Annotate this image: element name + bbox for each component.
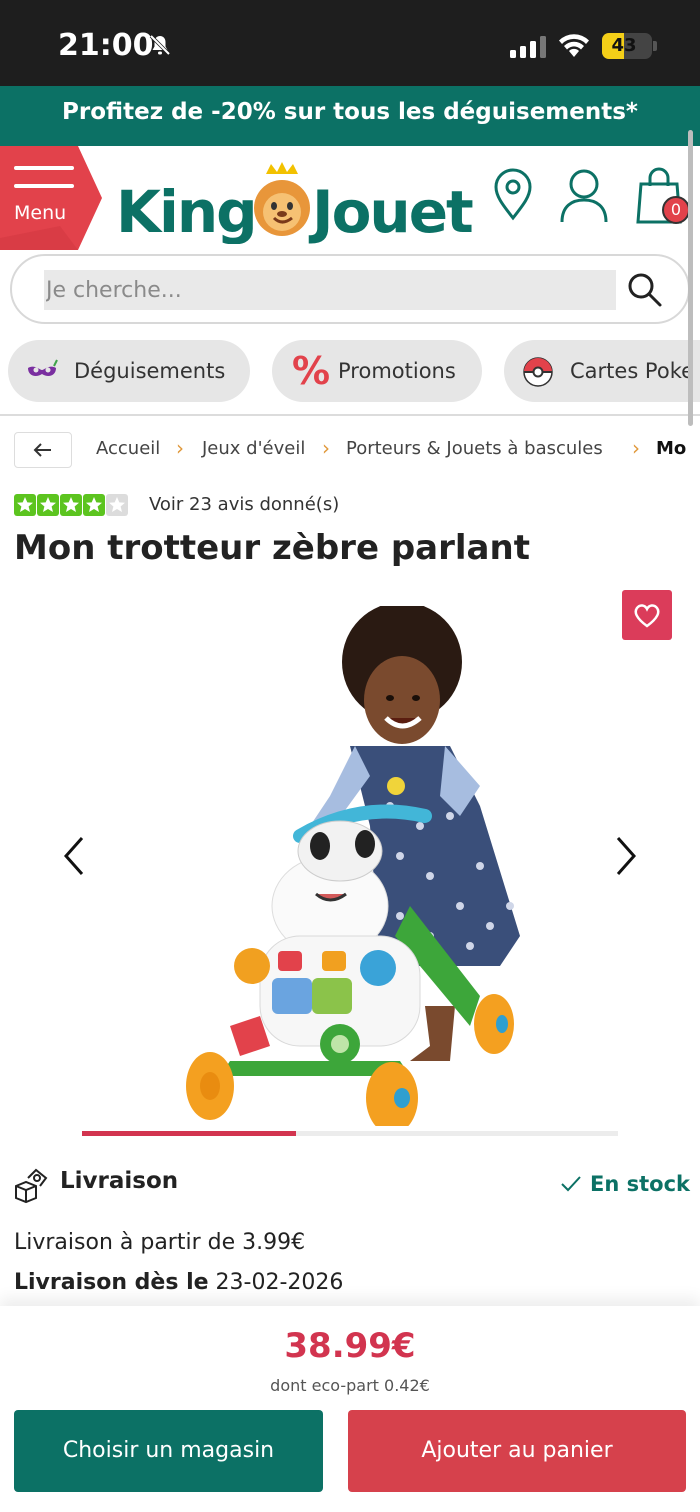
- search-input[interactable]: [44, 270, 616, 310]
- stock-status-label: En stock: [590, 1172, 690, 1196]
- delivery-date-value: 23-02-2026: [208, 1270, 344, 1295]
- battery-tip: [653, 41, 657, 51]
- delivery-date-label: Livraison dès le: [14, 1270, 209, 1295]
- product-image: [186, 606, 520, 1126]
- delivery-section: Livraison En stock Livraison à partir de…: [0, 1150, 700, 1310]
- star-filled-icon: [60, 494, 82, 516]
- scrollbar[interactable]: [688, 130, 693, 426]
- product-title: Mon trotteur zèbre parlant: [14, 528, 530, 568]
- status-bar: 21:00 43: [0, 0, 700, 86]
- search-icon[interactable]: [626, 271, 664, 309]
- breadcrumb-item[interactable]: Porteurs & Jouets à bascules: [346, 438, 603, 459]
- menu-label: Menu: [14, 202, 67, 224]
- star-filled-icon: [83, 494, 105, 516]
- chip-label: Déguisements: [74, 359, 226, 383]
- wifi-icon: [559, 34, 589, 57]
- section-divider: [0, 414, 700, 416]
- breadcrumb-current: Mo: [656, 438, 687, 459]
- delivery-boxes-icon: [15, 1168, 48, 1204]
- breadcrumb-item[interactable]: Jeux d'éveil: [202, 438, 305, 459]
- arrow-left-icon: [33, 443, 51, 457]
- wishlist-button[interactable]: [622, 590, 672, 640]
- percent-icon: %: [292, 349, 331, 393]
- chevron-right-icon[interactable]: [606, 826, 646, 886]
- status-time: 21:00: [58, 28, 154, 63]
- svg-text:King: King: [116, 178, 256, 244]
- kingjouet-logo[interactable]: King Jouet: [116, 160, 476, 244]
- store-locator-icon[interactable]: [492, 168, 534, 222]
- stock-status: En stock: [560, 1172, 690, 1196]
- star-empty-icon: [106, 494, 128, 516]
- site-header: Menu King Jouet: [0, 146, 700, 250]
- bell-muted-icon: [149, 34, 171, 56]
- chip-deguisements[interactable]: Déguisements: [8, 340, 250, 402]
- account-icon[interactable]: [558, 168, 610, 224]
- battery-icon: 43: [602, 33, 652, 59]
- search-bar: [10, 254, 690, 324]
- breadcrumb-item[interactable]: Accueil: [96, 438, 160, 459]
- chip-promotions[interactable]: % Promotions: [272, 340, 482, 402]
- reviews-link[interactable]: Voir 23 avis donné(s): [149, 494, 339, 515]
- breadcrumb: Accueil › Jeux d'éveil › Porteurs & Joue…: [0, 420, 700, 480]
- chevron-right-icon: ›: [322, 436, 330, 460]
- add-to-cart-button[interactable]: Ajouter au panier: [348, 1410, 686, 1492]
- chevron-right-icon: ›: [176, 436, 184, 460]
- delivery-date: Livraison dès le 23-02-2026: [14, 1270, 343, 1295]
- delivery-heading: Livraison: [60, 1168, 179, 1194]
- mask-icon: [28, 359, 58, 376]
- back-button[interactable]: [14, 432, 72, 468]
- chevron-right-icon: ›: [632, 436, 640, 460]
- promo-banner[interactable]: Profitez de -20% sur tous les déguisemen…: [0, 86, 700, 146]
- category-chips: Déguisements % Promotions Cartes Poke: [0, 338, 700, 404]
- choose-store-button[interactable]: Choisir un magasin: [14, 1410, 323, 1492]
- heart-icon: [634, 604, 660, 628]
- menu-button[interactable]: Menu: [0, 146, 102, 250]
- cart-count-badge[interactable]: 0: [662, 196, 690, 224]
- gallery-progress-fill: [82, 1131, 297, 1136]
- chip-label: Cartes Poke: [570, 359, 695, 383]
- chevron-left-icon[interactable]: [54, 826, 94, 886]
- chip-label: Promotions: [338, 359, 456, 383]
- star-filled-icon: [37, 494, 59, 516]
- purchase-bar: 38.99€ dont eco-part 0.42€ Choisir un ma…: [0, 1306, 700, 1512]
- delivery-price: Livraison à partir de 3.99€: [14, 1230, 306, 1255]
- product-price: 38.99€: [284, 1326, 416, 1366]
- gallery-progress: [82, 1131, 618, 1136]
- product-gallery[interactable]: [0, 576, 700, 1136]
- svg-text:Jouet: Jouet: [308, 178, 473, 244]
- eco-part: dont eco-part 0.42€: [270, 1376, 430, 1395]
- pokeball-icon: [523, 357, 553, 387]
- battery-level: 43: [611, 35, 637, 56]
- check-icon: [561, 1176, 581, 1192]
- signal-icon: [510, 36, 546, 58]
- menu-tab-shape: [0, 146, 102, 250]
- chip-cartes-pokemon[interactable]: Cartes Poke: [504, 340, 700, 402]
- star-filled-icon: [14, 494, 36, 516]
